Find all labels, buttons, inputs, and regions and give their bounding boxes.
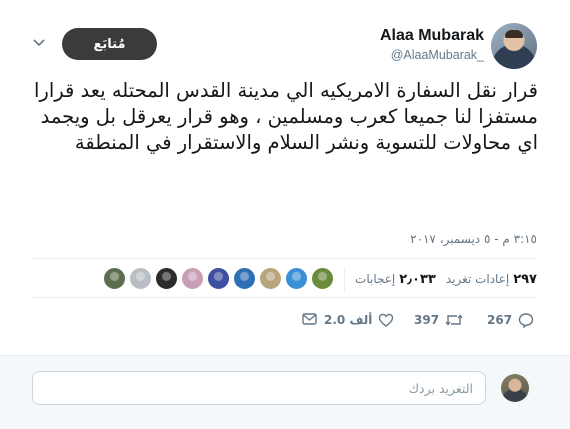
author-avatar[interactable] [491, 23, 537, 69]
reply-composer [0, 355, 570, 429]
reply-count: 267 [487, 313, 513, 327]
liker-avatar[interactable] [233, 267, 256, 290]
chevron-down-icon[interactable] [33, 38, 45, 48]
reply-button[interactable]: 267 [487, 312, 534, 328]
liker-avatar[interactable] [311, 267, 334, 290]
retweet-count: 397 [414, 313, 440, 327]
engagement-stats: ٢٩٧ إعادات تغريد ٢٫٠٣٣ إعجابات [344, 266, 537, 292]
liker-avatar[interactable] [129, 267, 152, 290]
liker-avatars [103, 267, 334, 290]
retweets-stat-label: إعادات تغريد [445, 272, 510, 286]
divider [33, 258, 537, 259]
liker-avatar[interactable] [181, 267, 204, 290]
author-name[interactable]: Alaa Mubarak [380, 27, 484, 45]
retweets-stat-count: ٢٩٧ [513, 271, 537, 287]
heart-icon [379, 313, 394, 327]
liker-avatar[interactable] [259, 267, 282, 290]
current-user-avatar [501, 374, 529, 402]
likes-stat[interactable]: ٢٫٠٣٣ إعجابات [355, 272, 436, 287]
tweet-text: قرار نقل السفارة الامريكيه الي مدينة الق… [34, 79, 538, 154]
following-button[interactable]: مُتابَع [62, 28, 157, 60]
liker-avatar[interactable] [285, 267, 308, 290]
author-handle[interactable]: @AlaaMubarak_ [391, 48, 484, 62]
direct-message-button[interactable] [302, 312, 317, 326]
liker-avatar[interactable] [103, 267, 126, 290]
like-count: 2.0 ألف [324, 313, 373, 327]
stats-separator [344, 267, 346, 291]
likes-stat-count: ٢٫٠٣٣ [399, 271, 436, 287]
message-icon [302, 313, 317, 325]
tweet-actions: 267 397 2.0 ألف [0, 312, 570, 332]
reply-input[interactable] [32, 371, 486, 405]
tweet-timestamp[interactable]: ٣:١٥ م - ٥ ديسمبر، ٢٠١٧ [410, 232, 537, 246]
divider [33, 297, 537, 298]
like-button[interactable]: 2.0 ألف [324, 312, 394, 328]
tweet-card: Alaa Mubarak @AlaaMubarak_ مُتابَع قرار … [0, 0, 570, 353]
retweet-icon [445, 314, 463, 326]
retweet-button[interactable]: 397 [414, 312, 463, 328]
liker-avatar[interactable] [207, 267, 230, 290]
reply-icon [518, 313, 534, 328]
retweets-stat[interactable]: ٢٩٧ إعادات تغريد [446, 272, 537, 287]
likes-stat-label: إعجابات [355, 272, 396, 286]
liker-avatar[interactable] [155, 267, 178, 290]
